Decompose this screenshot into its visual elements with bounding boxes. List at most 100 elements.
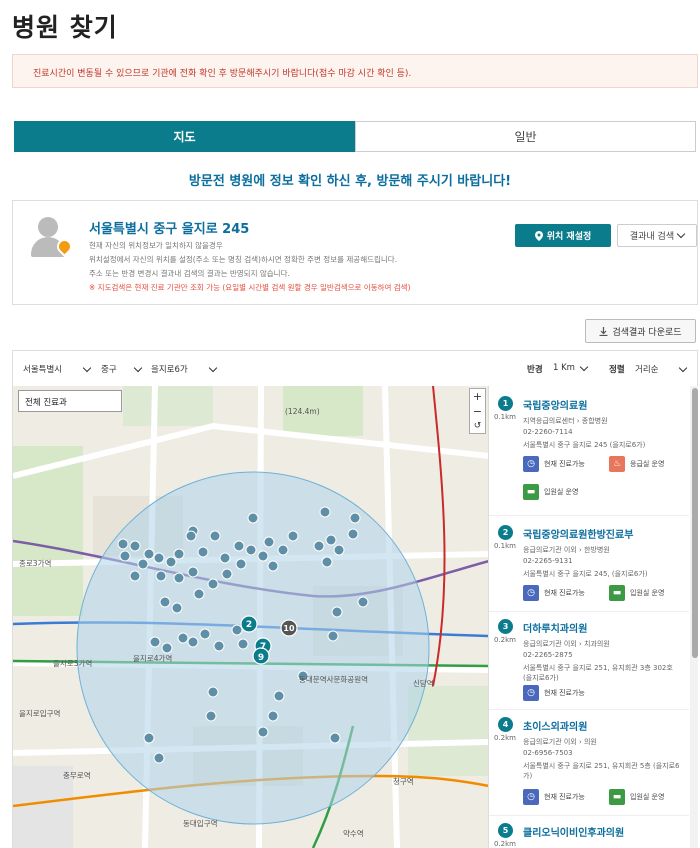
badge-label: 입원실 운영 (630, 793, 665, 801)
result-address: 서울특별시 중구 을지로 251, 유지회관 5층 (을지로6가) (523, 762, 680, 780)
badge-label: 입원실 운영 (544, 488, 579, 496)
tab-map[interactable]: 지도 (14, 121, 355, 152)
badge-label: 입원실 운영 (630, 589, 665, 597)
map-marker-2[interactable]: 2 (246, 620, 252, 630)
map-label-jongno3ga: 종로3가역 (19, 558, 51, 568)
location-help: 현재 자신의 위치정보가 일치하지 않을경우 위치설정에서 자신의 위치를 설정… (89, 239, 509, 295)
scrollbar-thumb[interactable] (692, 388, 698, 658)
siren-icon: ♨ (609, 456, 625, 472)
result-distance: 0.1km (494, 413, 517, 421)
sort-select[interactable]: 거리순 (635, 363, 688, 375)
relocate-button[interactable]: 위치 재설정 (515, 224, 611, 247)
result-name[interactable]: 클리오닉이비인후과의원 (523, 824, 624, 839)
notice-banner: 진료시간이 변동될 수 있으므로 기관에 전화 확인 후 방문해주시기 바랍니다… (12, 54, 698, 88)
result-number: 4 (498, 717, 513, 732)
zoom-in-button[interactable]: + (470, 389, 485, 404)
result-name[interactable]: 국립중앙의료원한방진료부 (523, 526, 633, 541)
location-help-line-2: 위치설정에서 자신의 위치를 설정(주소 또는 명칭 검색)하시면 정확한 주변… (89, 255, 398, 264)
clock-icon: ◷ (523, 685, 539, 701)
map-label-chungmuro: 충무로역 (63, 770, 91, 780)
map-label-euljiro-ipgu: 을지로입구역 (19, 708, 60, 718)
result-name[interactable]: 더하루치과의원 (523, 620, 587, 635)
list-item[interactable]: 1 0.1km 국립중앙의료원 지역응급의료센터 › 종합병원 02-2260-… (489, 396, 689, 516)
map-label-euljiro4ga: 을지로4가역 (133, 653, 172, 663)
chevron-down-icon (82, 363, 92, 372)
badge-label: 응급실 운영 (630, 460, 665, 468)
map-label-dongdaemun: 동대문역사문화공원역 (299, 674, 368, 684)
city-value: 서울특별시 (23, 365, 63, 375)
result-phone: 02-2265-9131 (523, 557, 573, 565)
result-name[interactable]: 국립중앙의료원 (523, 397, 587, 412)
result-search-button[interactable]: 결과내 검색 (617, 224, 697, 247)
chevron-down-icon (676, 229, 686, 239)
map-label-yaksu: 약수역 (343, 828, 364, 838)
list-item[interactable]: 5 0.2km 클리오닉이비인후과의원 (489, 817, 689, 848)
status-badge: ▬ 입원실 운영 (609, 789, 664, 805)
street-select[interactable]: 을지로6가 (151, 363, 217, 375)
zoom-control: + − ↺ (469, 388, 486, 434)
district-value: 중구 (101, 365, 117, 375)
status-badge: ◷ 현재 진료가능 (523, 585, 585, 601)
current-address: 서울특별시 중구 을지로 245 (89, 222, 250, 237)
result-address: 서울특별시 중구 을지로 245 (을지로6가) (523, 441, 646, 449)
map-marker-9[interactable]: 9 (258, 653, 264, 663)
sort-value: 거리순 (635, 365, 659, 375)
location-warning: ※ 지도검색은 현재 진료 기관만 조회 가능 (요일별 시간별 검색 원할 경… (89, 283, 411, 292)
result-type: 응급의료기관 이외 › 한방병원 (523, 546, 610, 554)
location-panel: 서울특별시 중구 을지로 245 현재 자신의 위치정보가 일치하지 않을경우 … (12, 200, 698, 305)
status-badge: ◷ 현재 진료가능 (523, 456, 585, 472)
list-item[interactable]: 2 0.1km 국립중앙의료원한방진료부 응급의료기관 이외 › 한방병원 02… (489, 517, 689, 612)
district-select[interactable]: 중구 (101, 363, 142, 375)
clock-icon: ◷ (523, 585, 539, 601)
map-scale-label: (124.4m) (285, 407, 320, 416)
result-number: 3 (498, 619, 513, 634)
map-canvas[interactable]: 2 7 9 10 (124.4m) 동대문역사문화공원역 을지로4가역 충무로역… (13, 386, 488, 848)
download-label: 검색결과 다운로드 (612, 327, 682, 338)
zoom-out-button[interactable]: − (470, 404, 485, 419)
clock-icon: ◷ (523, 789, 539, 805)
status-badge: ♨ 응급실 운영 (609, 456, 664, 472)
result-name[interactable]: 초이스외과의원 (523, 718, 587, 733)
radius-select[interactable]: 1 Km (553, 362, 589, 373)
result-number: 2 (498, 525, 513, 540)
location-help-line-3: 주소 또는 반경 변경시 결과내 검색의 결과는 반영되지 않습니다. (89, 269, 290, 278)
map-pin-icon (534, 230, 543, 241)
map-marker-10[interactable]: 10 (283, 624, 295, 633)
tab-general[interactable]: 일반 (355, 121, 696, 152)
bed-icon: ▬ (523, 484, 539, 500)
result-address: 서울특별시 중구 을지로 245, (을지로6가) (523, 570, 648, 578)
chevron-down-icon (208, 363, 217, 372)
zoom-reset-button[interactable]: ↺ (470, 419, 485, 434)
result-phone: 02-2265-2875 (523, 651, 573, 659)
result-address: 서울특별시 중구 을지로 251, 유지회관 3층 302호 (을지로6가) (523, 664, 673, 682)
result-type: 응급의료기관 이외 › 의원 (523, 738, 597, 746)
bed-icon: ▬ (609, 789, 625, 805)
result-number: 5 (498, 823, 513, 838)
map-marker-7[interactable]: 7 (260, 642, 266, 652)
result-phone: 02-2260-7114 (523, 428, 573, 436)
chevron-down-icon (579, 362, 589, 371)
hospital-map[interactable]: 2 7 9 10 (124.4m) 동대문역사문화공원역 을지로4가역 충무로역… (12, 386, 488, 848)
chevron-down-icon (679, 363, 688, 372)
map-label-euljiro3ga: 을지로3가역 (53, 658, 92, 668)
map-label-sindang: 신당역 (413, 678, 434, 688)
result-number: 1 (498, 396, 513, 411)
result-distance: 0.2km (494, 734, 517, 742)
status-badge: ▬ 입원실 운영 (609, 585, 664, 601)
list-item[interactable]: 3 0.2km 더하루치과의원 응급의료기관 이외 › 치과의원 02-2265… (489, 613, 689, 710)
visit-message: 방문전 병원에 정보 확인 하신 후, 방문해 주시기 바랍니다! (188, 174, 512, 189)
radius-value: 1 Km (553, 363, 575, 373)
chevron-down-icon (133, 363, 142, 372)
sort-label: 정렬 (609, 365, 625, 375)
department-select[interactable]: 전체 진료과 (18, 390, 122, 412)
result-phone: 02-6956-7503 (523, 749, 573, 757)
results-list: 1 0.1km 국립중앙의료원 지역응급의료센터 › 종합병원 02-2260-… (488, 386, 700, 848)
result-distance: 0.2km (494, 636, 517, 644)
download-button[interactable]: 검색결과 다운로드 (585, 319, 696, 343)
city-select[interactable]: 서울특별시 (23, 363, 92, 375)
list-item[interactable]: 4 0.2km 초이스외과의원 응급의료기관 이외 › 의원 02-6956-7… (489, 711, 689, 816)
badge-label: 현재 진료가능 (544, 589, 585, 597)
street-value: 을지로6가 (151, 365, 188, 375)
clock-icon: ◷ (523, 456, 539, 472)
result-type: 지역응급의료센터 › 종합병원 (523, 417, 608, 425)
